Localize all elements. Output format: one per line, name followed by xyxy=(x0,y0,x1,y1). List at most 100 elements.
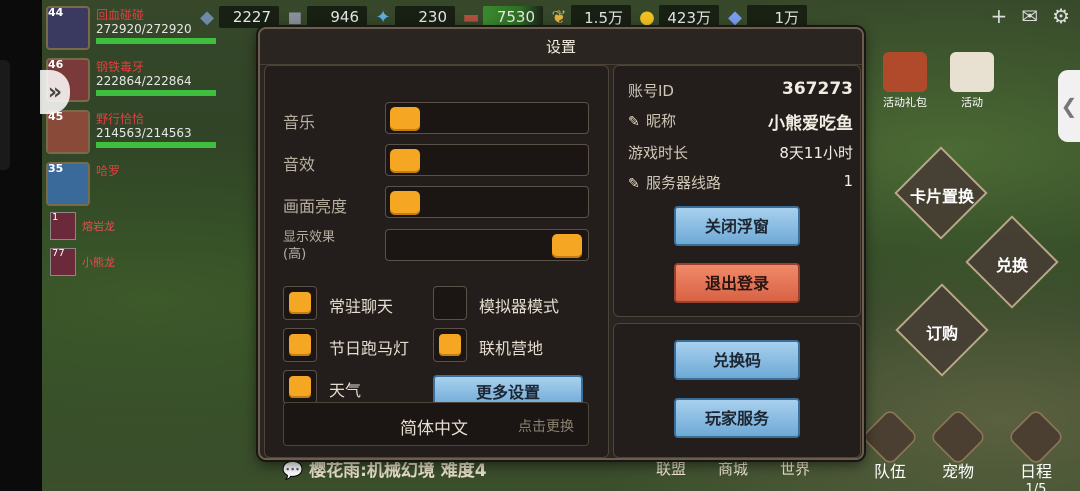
checkbox[interactable] xyxy=(433,328,467,362)
member-name: 钢铁毒牙 xyxy=(96,60,145,74)
playtime-label: 游戏时长 xyxy=(628,144,689,162)
account-id-label: 账号ID xyxy=(628,82,674,100)
event-button[interactable]: 活动 xyxy=(942,52,1002,110)
pet-member[interactable]: 77 小熊龙 xyxy=(44,248,204,282)
member-level: 35 xyxy=(48,162,64,175)
server-row[interactable]: ✎ 服务器线路 1 xyxy=(628,172,853,194)
language-switch-link[interactable]: 点击更换 xyxy=(518,416,574,436)
gold-coin-icon: ● xyxy=(639,6,655,28)
resource-value: 946 xyxy=(307,6,367,28)
display-quality-label: 显示效果 (高) xyxy=(283,230,336,262)
member-name: 熔岩龙 xyxy=(82,220,115,233)
music-slider-row: 音乐 xyxy=(265,102,610,136)
resource-value: 2227 xyxy=(219,6,279,28)
sfx-slider-row: 音效 xyxy=(265,144,610,178)
check-mark xyxy=(289,292,311,314)
member-level: 77 xyxy=(52,248,65,259)
server-value: 1 xyxy=(843,172,853,190)
music-label: 音乐 xyxy=(283,113,316,132)
party-member[interactable]: 45 野行恰恰 214563/214563 xyxy=(44,108,216,156)
nav-alliance[interactable]: 联盟 xyxy=(640,458,702,479)
nav-world[interactable]: 世界 xyxy=(764,458,826,479)
display-quality-slider[interactable] xyxy=(385,229,589,261)
party-member[interactable]: 44 回血碰碰 272920/272920 xyxy=(44,4,216,52)
checkbox[interactable] xyxy=(433,286,467,320)
dialog-title: 设置 xyxy=(260,29,862,65)
playtime-value: 8天11小时 xyxy=(779,144,853,162)
checkbox-label: 节日跑马灯 xyxy=(329,339,410,358)
member-level: 1 xyxy=(52,212,59,223)
resource-value: 423万 xyxy=(659,4,719,30)
gem-cluster-icon: ✦ xyxy=(375,6,391,28)
checkbox-label: 天气 xyxy=(329,381,362,400)
redeem-button-label: 兑换 xyxy=(995,256,1028,275)
sfx-label: 音效 xyxy=(283,155,316,174)
redeem-code-button[interactable]: 兑换码 xyxy=(674,340,800,380)
checkbox[interactable] xyxy=(283,328,317,362)
resource-value: 1万 xyxy=(747,4,807,30)
member-hp: 272920/272920 xyxy=(96,22,192,36)
pet-button[interactable]: 宠物 xyxy=(928,408,988,482)
member-hp: 214563/214563 xyxy=(96,126,192,140)
resource-value: 1.5万 xyxy=(571,4,631,30)
crystal-icon: ◆ xyxy=(200,6,214,28)
member-name: 哈罗 xyxy=(96,164,121,178)
add-icon[interactable]: + xyxy=(991,4,1008,28)
gear-icon[interactable]: ⚙ xyxy=(1052,4,1070,28)
checkbox[interactable] xyxy=(283,370,317,404)
account-panel: 账号ID 367273 ✎ 昵称 小熊爱吃鱼 游戏时长 8天11小时 ✎ 服务器线路… xyxy=(613,65,861,317)
side-panel-handle-icon[interactable]: ❮ xyxy=(1058,70,1080,142)
settings-panel: 音乐 音效 画面亮度 显示效果 (高) 常驻聊天 模拟器模式 节日跑马灯 联机营… xyxy=(264,65,609,458)
schedule-button[interactable]: 日程 1/5 xyxy=(1006,408,1066,491)
chat-bubble-icon: 💬 xyxy=(282,461,304,481)
check-mark xyxy=(439,334,461,356)
pencil-icon[interactable]: ✎ xyxy=(628,176,642,192)
diamond-icon: ◆ xyxy=(728,6,742,28)
gift-pack-button[interactable]: 活动礼包 xyxy=(875,52,935,110)
check-mark xyxy=(289,334,311,356)
nickname-row[interactable]: ✎ 昵称 小熊爱吃鱼 xyxy=(628,110,853,134)
language-selector[interactable]: 简体中文 点击更换 xyxy=(283,402,589,446)
hp-bar xyxy=(96,38,216,44)
music-slider[interactable] xyxy=(385,102,589,134)
party-member[interactable]: 35 哈罗 xyxy=(44,160,204,208)
account-id-row: 账号ID 367273 xyxy=(628,79,853,102)
top-actions: + ✉ ⚙ xyxy=(991,4,1070,28)
member-level: 44 xyxy=(48,6,64,19)
card-swap-button-label: 卡片置换 xyxy=(909,187,974,206)
member-name: 小熊龙 xyxy=(82,256,115,269)
pet-member[interactable]: 1 熔岩龙 xyxy=(44,212,204,246)
wheat-icon: ❦ xyxy=(551,6,567,28)
member-name: 野行恰恰 xyxy=(96,112,145,126)
service-panel: 兑换码 玩家服务 xyxy=(613,323,861,458)
slider-knob[interactable] xyxy=(390,191,420,215)
slider-knob[interactable] xyxy=(390,107,420,131)
logout-button[interactable]: 退出登录 xyxy=(674,263,800,303)
party-list: 44 回血碰碰 272920/272920 46 钢铁毒牙 222864/222… xyxy=(44,4,216,282)
team-button[interactable]: 队伍 xyxy=(860,408,920,482)
display-quality-slider-row: 显示效果 (高) xyxy=(265,229,610,263)
brightness-label: 画面亮度 xyxy=(283,197,348,216)
checkbox-label: 联机营地 xyxy=(479,339,544,358)
event-label: 活动 xyxy=(961,96,983,109)
server-label: 服务器线路 xyxy=(646,174,722,192)
hp-bar xyxy=(96,142,216,148)
settings-dialog: 设置 音乐 音效 画面亮度 显示效果 (高) 常驻聊天 模拟器模式 节日跑马灯 xyxy=(258,27,864,460)
nickname-value: 小熊爱吃鱼 xyxy=(768,114,853,134)
checkbox-label: 常驻聊天 xyxy=(329,297,394,316)
player-service-button[interactable]: 玩家服务 xyxy=(674,398,800,438)
slider-knob[interactable] xyxy=(390,149,420,173)
sfx-slider[interactable] xyxy=(385,144,589,176)
slider-knob[interactable] xyxy=(552,234,582,258)
checkbox[interactable] xyxy=(283,286,317,320)
nickname-label: 昵称 xyxy=(646,112,677,130)
mail-icon[interactable]: ✉ xyxy=(1021,4,1038,28)
close-float-window-button[interactable]: 关闭浮窗 xyxy=(674,206,800,246)
nickname-key: ✎ 昵称 xyxy=(628,110,676,131)
brightness-slider[interactable] xyxy=(385,186,589,218)
pencil-icon[interactable]: ✎ xyxy=(628,114,642,130)
ore-icon: ◼ xyxy=(287,6,303,28)
phone-notch xyxy=(0,60,10,170)
nav-shop[interactable]: 商城 xyxy=(702,458,764,479)
gift-pack-label: 活动礼包 xyxy=(883,96,927,109)
